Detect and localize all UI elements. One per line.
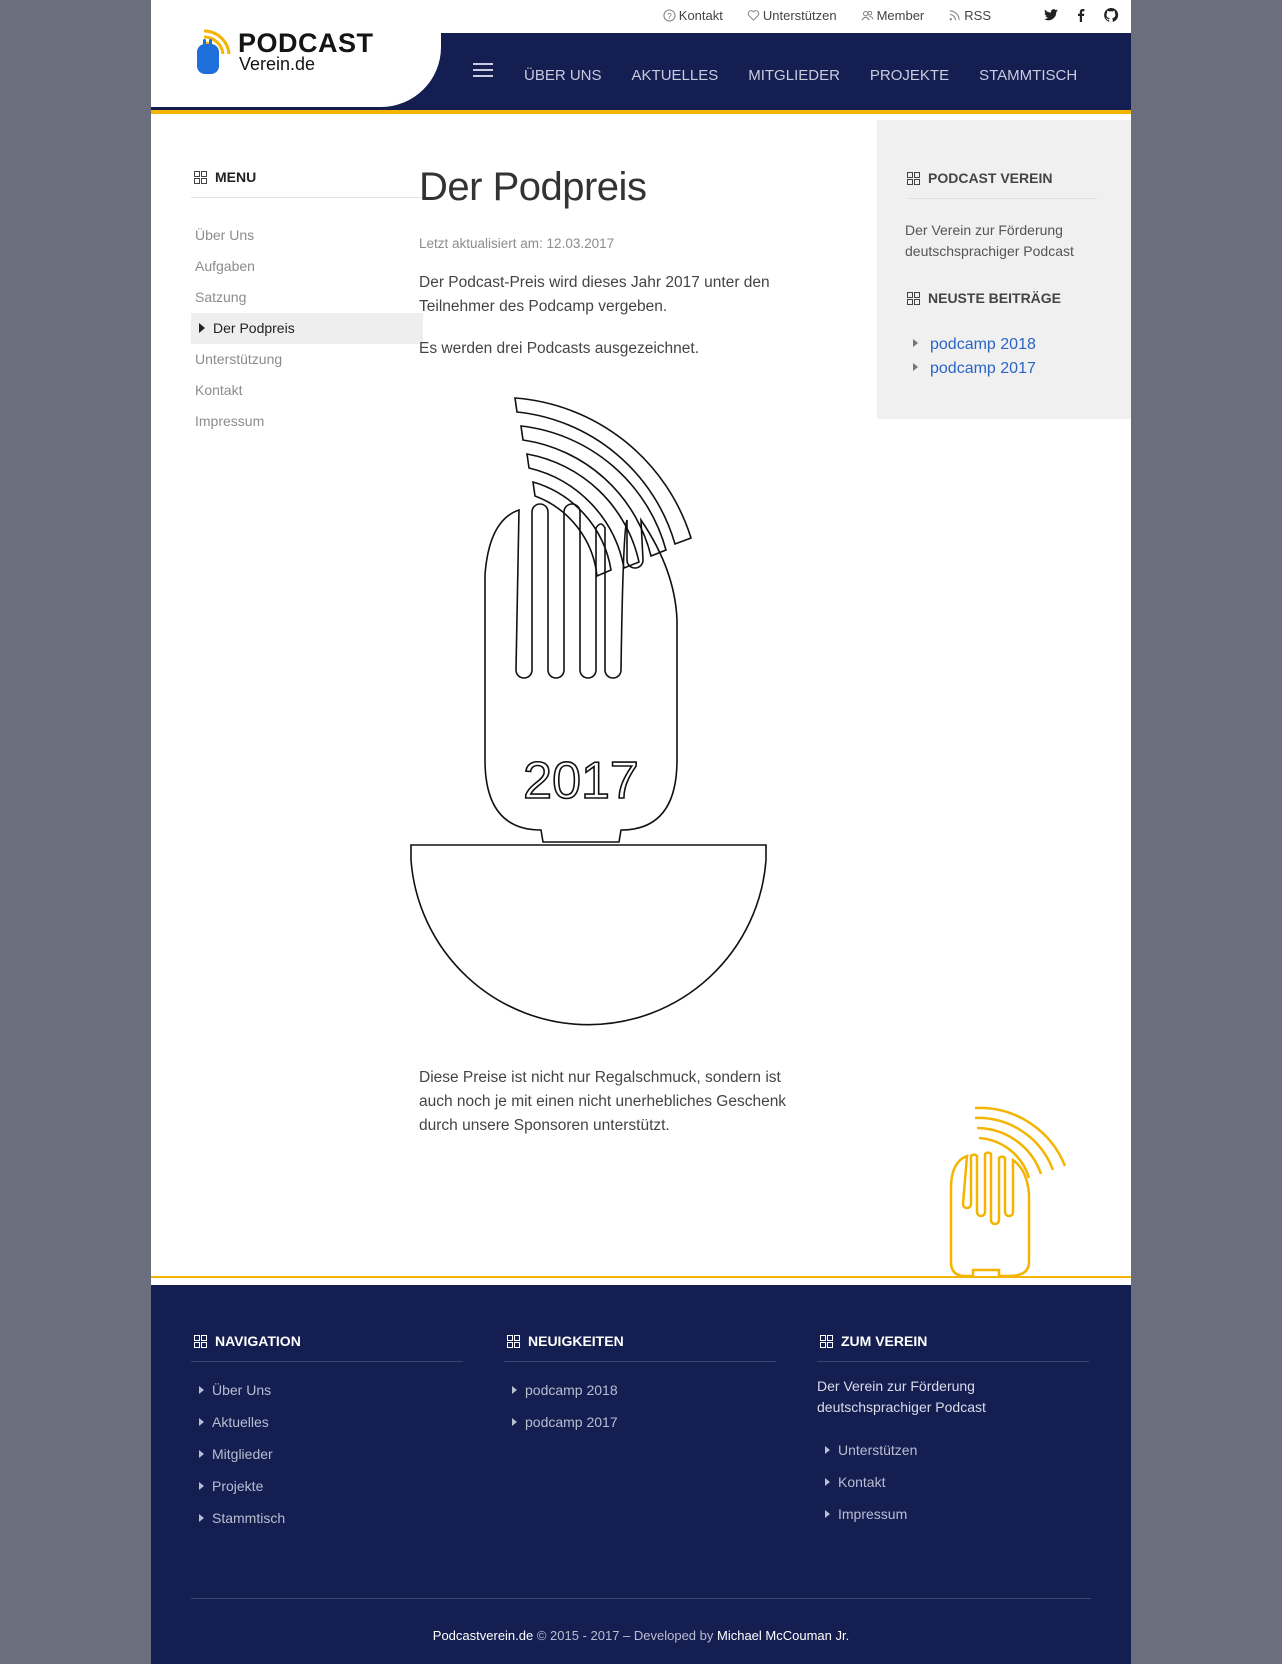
top-link-label: Unterstützen [762, 8, 837, 23]
sidebar-item-aufgaben[interactable]: Aufgaben [191, 251, 423, 282]
social-links [1043, 7, 1119, 23]
top-link-label: Kontakt [678, 8, 723, 23]
trophy-year: 2017 [523, 752, 639, 810]
recent-post-link[interactable]: podcamp 2018 [913, 336, 1036, 354]
footer-heading-text: ZUM VEREIN [841, 1333, 928, 1349]
copyright-site-link[interactable]: Podcastverein.de [433, 1628, 533, 1643]
footer-link[interactable]: podcamp 2018 [504, 1374, 776, 1406]
footer-link[interactable]: Aktuelles [191, 1406, 463, 1438]
copyright: Podcastverein.de © 2015 - 2017 – Develop… [151, 1628, 1131, 1643]
question-circle-icon: ? [663, 9, 676, 22]
verein-description: Der Verein zur Förderung deutschsprachig… [905, 222, 1074, 259]
heart-icon [747, 10, 760, 21]
footer-link[interactable]: Stammtisch [191, 1502, 463, 1534]
footer-verein-description: Der Verein zur Förderung deutschsprachig… [817, 1378, 986, 1415]
recent-posts-heading: NEUSTE BEITRÄGE [907, 290, 1061, 306]
users-icon [861, 10, 874, 21]
grid-icon [820, 1334, 833, 1348]
footer-link[interactable]: podcamp 2017 [504, 1406, 776, 1438]
article-paragraph: Der Podcast-Preis wird dieses Jahr 2017 … [419, 274, 770, 315]
top-link-label: RSS [964, 8, 991, 23]
sidebar-title: MENU [215, 169, 257, 185]
podcast-logo-icon [197, 29, 231, 74]
footer-list: Über Uns Aktuelles Mitglieder Projekte S… [191, 1374, 463, 1534]
footer-heading: NAVIGATION [191, 1333, 463, 1362]
top-link-rss[interactable]: RSS [948, 8, 991, 23]
twitter-icon[interactable] [1043, 7, 1059, 23]
sidebar-item-kontakt[interactable]: Kontakt [191, 375, 423, 406]
sidebar-menu: Über Uns Aufgaben Satzung Der Podpreis U… [191, 220, 423, 437]
article-paragraph: Es werden drei Podcasts ausgezeichnet. [419, 340, 700, 357]
github-icon[interactable] [1103, 7, 1119, 23]
right-sidebar-title: PODCAST VEREIN [928, 170, 1053, 186]
facebook-icon[interactable] [1073, 7, 1089, 23]
left-sidebar: MENU Über Uns Aufgaben Satzung Der Podpr… [191, 169, 423, 437]
top-link-unterstuetzen[interactable]: Unterstützen [747, 8, 837, 23]
page: ? Kontakt Unterstützen Member RSS ÜBER U… [151, 0, 1131, 1664]
article: Der Podpreis Letzt aktualisiert am: 12.0… [419, 165, 829, 361]
nav-mitglieder[interactable]: MITGLIEDER [748, 67, 840, 84]
sidebar-item-unterstuetzung[interactable]: Unterstützung [191, 344, 423, 375]
grid-icon [194, 170, 207, 184]
nav-aktuelles[interactable]: AKTUELLES [632, 67, 719, 84]
top-link-kontakt[interactable]: ? Kontakt [663, 8, 723, 23]
sidebar-item-satzung[interactable]: Satzung [191, 282, 423, 313]
sidebar-item-der-podpreis[interactable]: Der Podpreis [191, 313, 423, 344]
footer-column-verein: ZUM VEREIN Der Verein zur Förderung deut… [817, 1333, 1089, 1530]
footer-heading-text: NEUIGKEITEN [528, 1333, 624, 1349]
footer-heading-text: NAVIGATION [215, 1333, 301, 1349]
rss-icon [949, 10, 960, 21]
footer-list: Unterstützen Kontakt Impressum [817, 1434, 1089, 1530]
sidebar-item-impressum[interactable]: Impressum [191, 406, 423, 437]
grid-icon [507, 1334, 520, 1348]
top-links: ? Kontakt Unterstützen Member RSS [663, 8, 991, 23]
footer-link[interactable]: Mitglieder [191, 1438, 463, 1470]
nav-stammtisch[interactable]: STAMMTISCH [979, 67, 1077, 84]
sidebar-item-ueber-uns[interactable]: Über Uns [191, 220, 423, 251]
logo-subtitle: Verein.de [239, 54, 316, 74]
right-sidebar-heading: PODCAST VEREIN [907, 170, 1052, 186]
nav-projekte[interactable]: PROJEKTE [870, 67, 949, 84]
podcast-mic-decoration-icon [949, 1106, 1067, 1278]
trophy-drawing: 2017 [410, 397, 767, 1026]
copyright-author-link[interactable]: Michael McCouman Jr. [717, 1628, 849, 1643]
right-sidebar: PODCAST VEREIN Der Verein zur Förderung … [877, 120, 1131, 419]
copyright-text: © 2015 - 2017 – Developed by [533, 1628, 717, 1643]
recent-post-link[interactable]: podcamp 2017 [913, 360, 1036, 378]
grid-icon [194, 1334, 207, 1348]
footer-link[interactable]: Projekte [191, 1470, 463, 1502]
grid-icon [907, 291, 920, 305]
main-nav: ÜBER UNS AKTUELLES MITGLIEDER PROJEKTE S… [524, 67, 1077, 84]
last-updated: Letzt aktualisiert am: 12.03.2017 [419, 236, 615, 251]
footer-link[interactable]: Kontakt [817, 1466, 1089, 1498]
footer-link[interactable]: Impressum [817, 1498, 1089, 1530]
footer-column-news: NEUIGKEITEN podcamp 2018 podcamp 2017 [504, 1333, 776, 1438]
grid-icon [907, 171, 920, 185]
recent-posts-title: NEUSTE BEITRÄGE [928, 290, 1062, 306]
article-paragraph: Diese Preise ist nicht nur Regalschmuck,… [419, 1069, 787, 1134]
divider [907, 198, 1097, 199]
footer-heading: ZUM VEREIN [817, 1333, 1089, 1362]
nav-ueber-uns[interactable]: ÜBER UNS [524, 67, 602, 84]
divider [191, 1598, 1091, 1599]
footer-heading: NEUIGKEITEN [504, 1333, 776, 1362]
hamburger-menu-icon[interactable] [473, 63, 493, 79]
svg-text:?: ? [667, 11, 672, 21]
logo[interactable]: PODCAST Verein.de [151, 0, 441, 107]
footer-list: podcamp 2018 podcamp 2017 [504, 1374, 776, 1438]
footer-column-navigation: NAVIGATION Über Uns Aktuelles Mitglieder… [191, 1333, 463, 1534]
footer-accent-line [151, 1276, 1131, 1278]
footer: NAVIGATION Über Uns Aktuelles Mitglieder… [151, 1285, 1131, 1664]
footer-link[interactable]: Unterstützen [817, 1434, 1089, 1466]
top-link-label: Member [876, 8, 925, 23]
top-link-member[interactable]: Member [861, 8, 925, 23]
page-title: Der Podpreis [419, 165, 647, 209]
footer-link[interactable]: Über Uns [191, 1374, 463, 1406]
sidebar-heading: MENU [191, 169, 423, 198]
